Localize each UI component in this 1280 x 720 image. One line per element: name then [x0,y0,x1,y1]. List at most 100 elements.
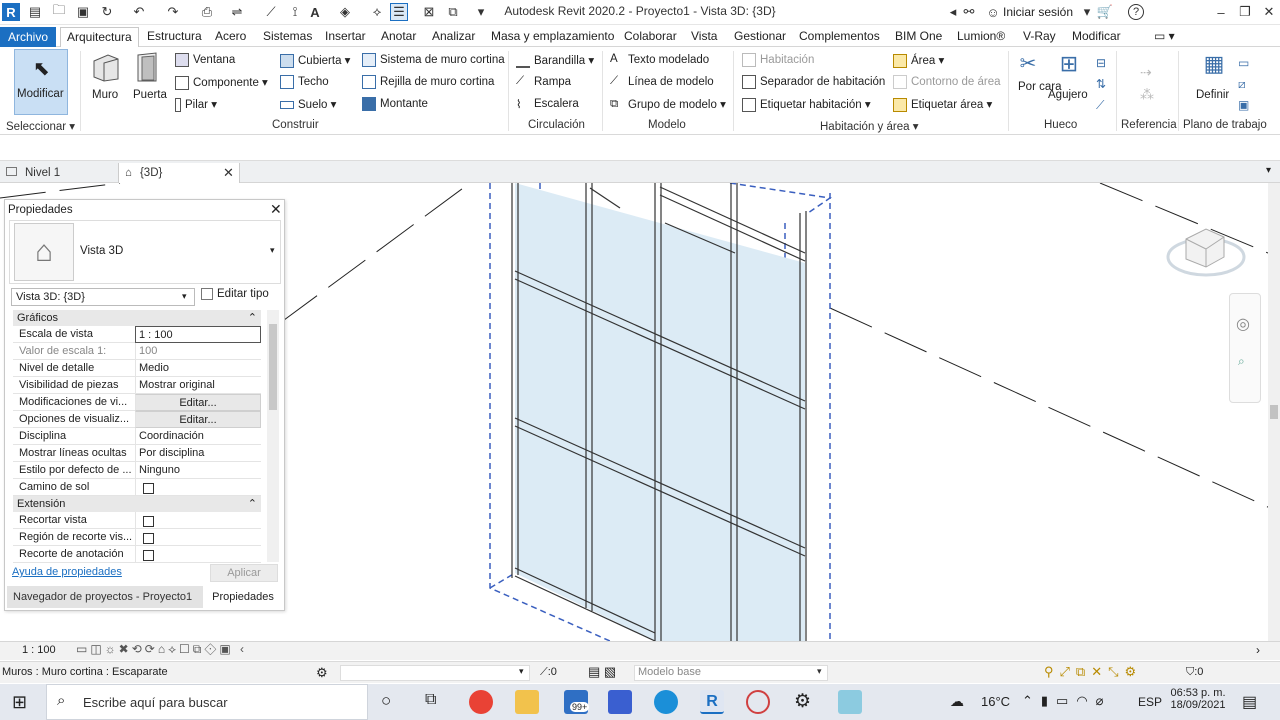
tab-vray[interactable]: V-Ray [1017,28,1062,47]
close-properties-icon[interactable]: ✕ [270,201,282,218]
montante-button[interactable]: Montante [362,97,428,111]
group-seleccionar[interactable]: Seleccionar ▾ [6,119,75,133]
mail-icon[interactable]: 99+ [564,690,590,714]
tab-bim-one[interactable]: BIM One [889,28,948,47]
section-graficos[interactable]: Gráficos ⌃ [13,310,261,326]
workset-dropdown[interactable]: ▾ [340,665,530,681]
prop-row[interactable]: Mostrar líneas ocultas Por disciplina [13,445,261,462]
tab-complementos[interactable]: Complementos [793,28,886,47]
scroll-thumb[interactable] [269,324,277,410]
notifications-icon[interactable]: ▤ [1242,692,1257,712]
cart-icon[interactable]: 🛒 [1096,3,1114,21]
user-icon[interactable]: ☺ [984,3,1002,21]
prop-row[interactable]: Visibilidad de piezas Mostrar original [13,377,261,394]
view-scale-field[interactable]: 1 : 100 [135,326,261,343]
techo-button[interactable]: Techo [280,75,329,89]
selection-toggle-icons[interactable]: ⚲⤢⧉✕⤡⚙ [1044,664,1142,680]
escalera-button[interactable]: ⌇ Escalera [516,97,579,111]
worksharing-icon[interactable]: ⚙ [316,665,328,681]
tab-analizar[interactable]: Analizar [426,28,481,47]
chevron-down-icon[interactable]: ▾ [1078,3,1096,21]
crop-view-checkbox[interactable] [143,516,154,527]
barandilla-button[interactable]: Barandilla ▾ [516,53,594,68]
filter-count[interactable]: ⛉:0 [1186,666,1203,679]
area-button[interactable]: Área ▾ [893,53,944,68]
file-explorer-icon[interactable] [515,690,539,714]
tab-view-nivel1[interactable]: Nivel 1 [6,163,118,183]
cortana-icon[interactable]: ○ [381,691,391,711]
edit-type-button[interactable]: Editar tipo [201,288,269,300]
apply-button[interactable]: Aplicar [210,564,278,582]
suelo-button[interactable]: Suelo ▾ [280,97,336,111]
restore-icon[interactable]: ❐ [1236,3,1254,21]
taskbar-search[interactable]: ⌕ Escribe aquí para buscar [46,684,368,720]
grupo-modelo-button[interactable]: ⧉ Grupo de modelo ▾ [610,97,726,112]
task-view-icon[interactable]: ⧉ [425,691,436,709]
pilar-button[interactable]: Pilar ▾ [175,97,217,112]
prop-row[interactable]: Disciplina Coordinación [13,428,261,445]
clock[interactable]: 06:53 p. m. 18/09/2021 [1170,687,1226,711]
tab-estructura[interactable]: Estructura [141,28,208,47]
navigation-bar[interactable]: ◎ ⌕ [1229,293,1261,403]
app-icon[interactable] [746,690,770,714]
temperature[interactable]: 16°C [981,694,1010,709]
ribbon-toggle-icon[interactable]: ▭ ▾ [1148,28,1181,47]
tab-archivo[interactable]: Archivo [0,27,57,47]
properties-scrollbar[interactable] [267,310,279,562]
properties-help-link[interactable]: Ayuda de propiedades [12,566,122,578]
type-dropdown-icon[interactable]: ▾ [270,245,275,256]
edge-icon[interactable] [654,690,678,714]
tab-acero[interactable]: Acero [209,28,252,47]
rejilla-muro-cortina-button[interactable]: Rejilla de muro cortina [362,75,494,89]
sistema-muro-cortina-button[interactable]: Sistema de muro cortina [362,53,505,67]
settings-icon[interactable]: ⚙ [794,690,811,713]
tab-modificar[interactable]: Modificar [1066,28,1127,47]
help-icon[interactable]: ? [1128,4,1144,20]
tab-arquitectura[interactable]: Arquitectura [60,27,139,48]
minimize-icon[interactable]: – [1212,3,1230,21]
etiquetar-area-button[interactable]: Etiquetar área ▾ [893,97,992,112]
tabs-menu-icon[interactable]: ▾ [1266,165,1271,176]
view-controls-icons[interactable]: ▭◫☼✖⟲⟳⌂⟡☐⧉⟐▣ ‹ [76,642,247,657]
tab-properties[interactable]: Propiedades [203,586,283,608]
weather-icon[interactable]: ☁ [950,693,964,710]
section-extension[interactable]: Extensión ⌃ [13,496,261,512]
contorno-area-button[interactable]: Contorno de área [893,75,1001,89]
sun-path-checkbox[interactable] [143,483,154,494]
edit-vg-button[interactable]: Editar... [135,394,261,411]
habitacion-button[interactable]: Habitación [742,53,814,67]
crop-region-checkbox[interactable] [143,533,154,544]
texto-modelado-button[interactable]: A Texto modelado [610,53,709,67]
group-habitacion[interactable]: Habitación y área ▾ [820,119,918,133]
tab-view-3d[interactable]: ⌂ {3D} ✕ [118,163,240,183]
prop-row[interactable]: Estilo por defecto de ... Ninguno [13,462,261,479]
edit-display-button[interactable]: Editar... [135,411,261,428]
windows-start-icon[interactable]: ⊞ [12,692,27,713]
zoom-icon[interactable]: ⌕ [1238,354,1245,369]
revit-taskbar-icon[interactable]: R [700,690,724,714]
annotation-crop-checkbox[interactable] [143,550,154,561]
scale-control[interactable]: 1 : 100 [22,644,56,656]
agujero-button[interactable]: ⊞ Agujero [1046,51,1092,115]
por-cara-button[interactable]: ✂ Por cara [1014,51,1061,115]
editing-icons[interactable]: ▤ ▧ [588,664,616,680]
tab-masa[interactable]: Masa y emplazamiento [485,28,620,47]
modificar-button[interactable]: ⬉ Modificar [14,49,68,115]
ventana-button[interactable]: Ventana [175,53,235,67]
reference-icons[interactable]: ⇢ ⁂ [1140,61,1154,105]
tray-icons[interactable]: ⌃▮▭◠⌀ [1022,693,1112,709]
tab-project-browser[interactable]: Navegador de proyectos - Proyecto1 [7,586,203,608]
tab-vista[interactable]: Vista [685,28,723,47]
cubierta-button[interactable]: Cubierta ▾ [280,53,350,68]
sign-in-link[interactable]: Iniciar sesión [1003,5,1073,19]
tab-gestionar[interactable]: Gestionar [728,28,792,47]
componente-button[interactable]: Componente ▾ [175,75,268,90]
tab-anotar[interactable]: Anotar [375,28,422,47]
autocad-icon[interactable] [608,690,632,714]
chrome-icon[interactable] [469,690,493,714]
tab-sistemas[interactable]: Sistemas [257,28,318,47]
steering-wheel-icon[interactable]: ◎ [1236,314,1250,334]
rampa-button[interactable]: ⟋ Rampa [516,75,571,89]
hueco-small-icons[interactable]: ⊟ ⇅ ⟋ [1096,53,1106,116]
scroll-thumb[interactable] [1270,405,1278,419]
